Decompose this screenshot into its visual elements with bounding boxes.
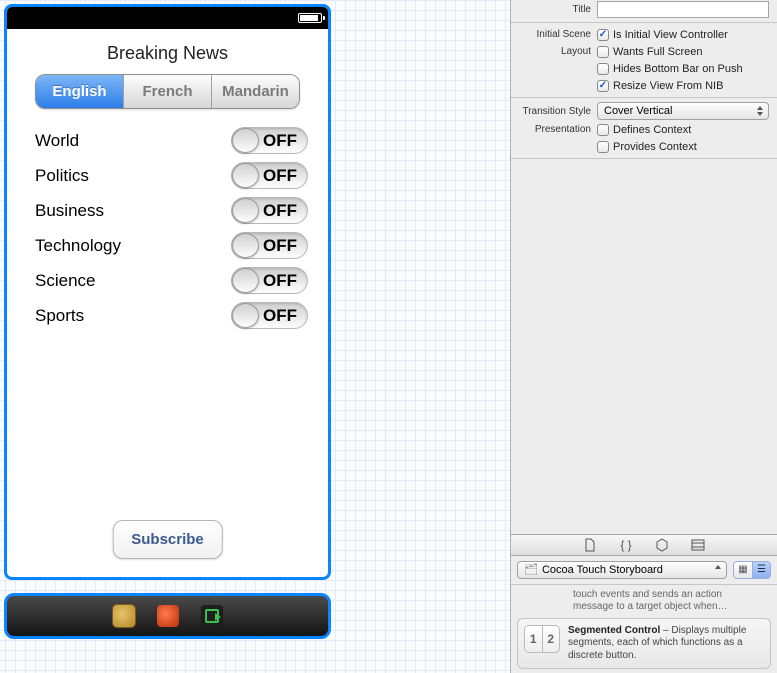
grid-view-icon[interactable]: ▦ <box>734 562 752 578</box>
app-title-label: Breaking News <box>7 29 328 74</box>
status-bar <box>7 7 328 29</box>
field-label: Title <box>511 4 597 15</box>
switch-politics[interactable]: OFF <box>231 162 308 189</box>
library-item-desc-clipped: touch events and sends an action message… <box>517 589 771 618</box>
switch-label: Sports <box>35 306 84 326</box>
library-view-toggle[interactable]: ▦ ☰ <box>733 561 771 579</box>
provides-context-checkbox[interactable]: Provides Context <box>597 141 697 153</box>
switch-business[interactable]: OFF <box>231 197 308 224</box>
segment-french[interactable]: French <box>123 75 211 108</box>
switch-science[interactable]: OFF <box>231 267 308 294</box>
resize-from-nib-checkbox[interactable]: Resize View From NIB <box>597 80 723 92</box>
code-snippet-tab-icon[interactable]: { } <box>619 538 633 552</box>
field-label: Presentation <box>511 124 597 135</box>
library-filter-select[interactable]: 🗂Cocoa Touch Storyboard <box>517 561 727 579</box>
field-label: Initial Scene <box>511 29 597 40</box>
inspector-empty-area <box>511 162 777 534</box>
language-segmented-control[interactable]: English French Mandarin <box>35 74 300 109</box>
defines-context-checkbox[interactable]: Defines Context <box>597 124 691 136</box>
view-controller-icon[interactable] <box>113 605 135 627</box>
wants-full-screen-checkbox[interactable]: Wants Full Screen <box>597 46 702 58</box>
exit-icon[interactable] <box>201 605 223 627</box>
library-item-segmented-control[interactable]: 12 Segmented Control – Displays multiple… <box>517 618 771 670</box>
first-responder-icon[interactable] <box>157 605 179 627</box>
iphone-view[interactable]: Breaking News English French Mandarin Wo… <box>4 4 331 580</box>
switch-label: Science <box>35 271 95 291</box>
inspector-panel: Title Initial Scene Is Initial View Cont… <box>510 0 777 673</box>
library-item-text: Segmented Control – Displays multiple se… <box>568 625 764 663</box>
segment-english[interactable]: English <box>36 75 123 108</box>
hides-bottom-bar-checkbox[interactable]: Hides Bottom Bar on Push <box>597 63 743 75</box>
media-library-tab-icon[interactable] <box>691 538 705 552</box>
is-initial-checkbox[interactable]: Is Initial View Controller <box>597 29 728 41</box>
storyboard-canvas[interactable]: Breaking News English French Mandarin Wo… <box>0 0 510 673</box>
object-library-list[interactable]: touch events and sends an action message… <box>511 585 777 673</box>
switch-technology[interactable]: OFF <box>231 232 308 259</box>
transition-style-select[interactable]: Cover Vertical <box>597 102 769 120</box>
switch-world[interactable]: OFF <box>231 127 308 154</box>
battery-icon <box>298 13 322 23</box>
switch-sports[interactable]: OFF <box>231 302 308 329</box>
field-label: Transition Style <box>511 106 597 117</box>
segmented-control-thumb-icon: 12 <box>524 625 560 653</box>
segment-mandarin[interactable]: Mandarin <box>211 75 299 108</box>
subscribe-button[interactable]: Subscribe <box>112 520 223 559</box>
file-template-tab-icon[interactable] <box>583 538 597 552</box>
switch-label: Politics <box>35 166 89 186</box>
title-input[interactable] <box>597 1 769 18</box>
switch-label: World <box>35 131 79 151</box>
field-label: Layout <box>511 46 597 57</box>
scene-dock[interactable] <box>4 593 331 639</box>
list-view-icon[interactable]: ☰ <box>752 562 770 578</box>
switch-label: Technology <box>35 236 121 256</box>
library-tab-bar: { } <box>511 534 777 556</box>
object-library-tab-icon[interactable] <box>655 538 669 552</box>
switch-label: Business <box>35 201 104 221</box>
